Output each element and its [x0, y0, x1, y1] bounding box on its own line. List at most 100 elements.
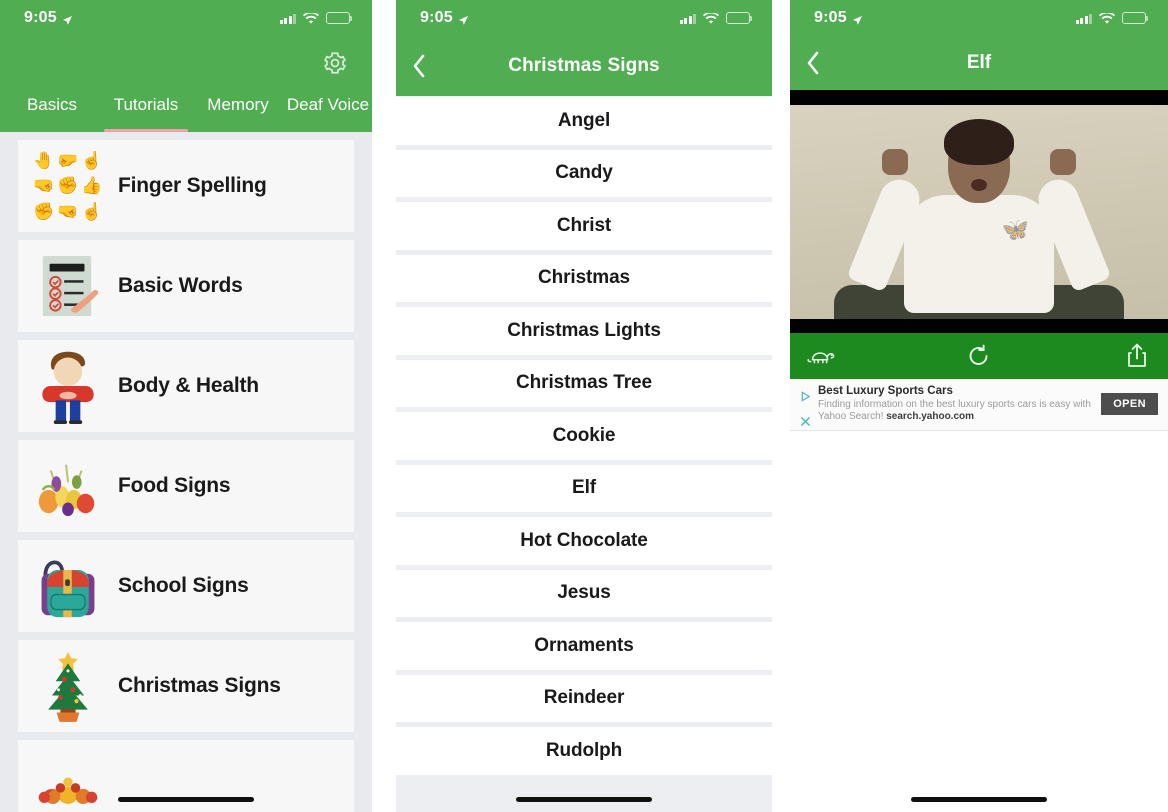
collage-gutter: [372, 0, 396, 812]
signer-hand-left: [882, 148, 908, 175]
advertisement-banner[interactable]: Best Luxury Sports Cars Finding informat…: [790, 379, 1168, 431]
status-bar: 9:05: [790, 0, 1168, 36]
list-item-label: Finger Spelling: [118, 174, 267, 197]
word-list[interactable]: Angel Candy Christ Christmas Christmas L…: [396, 96, 772, 812]
list-item[interactable]: [18, 740, 354, 812]
location-arrow-icon: [852, 13, 863, 25]
top-nav-bar: [0, 36, 372, 90]
list-item-label: Rudolph: [545, 739, 623, 761]
ad-close-x-icon[interactable]: [800, 414, 812, 432]
list-item-label: Christmas Signs: [118, 674, 281, 697]
status-time-label: 9:05: [814, 9, 847, 26]
cellular-signal-icon: [279, 13, 296, 24]
hand-signs-icon: 🤚 🤛 ☝️ 🤜 ✊ 👍 ✊ 🤜 ☝️: [32, 148, 104, 224]
list-item[interactable]: Angel: [396, 97, 772, 150]
list-item[interactable]: Body & Health: [18, 340, 354, 432]
list-item[interactable]: Rudolph: [396, 727, 772, 780]
list-item[interactable]: Ornaments: [396, 622, 772, 675]
list-item[interactable]: 🤚 🤛 ☝️ 🤜 ✊ 👍 ✊ 🤜 ☝️ Finger Spelling: [18, 140, 354, 232]
hand-glyph: ✊: [33, 201, 55, 221]
tab-basics[interactable]: Basics: [6, 94, 98, 132]
tab-basics-label: Basics: [26, 95, 78, 114]
status-bar: 9:05: [0, 0, 372, 36]
gear-icon[interactable]: [322, 50, 348, 76]
cellular-signal-icon: [1075, 13, 1092, 24]
list-item-label: Elf: [572, 477, 596, 499]
ad-description: Finding information on the best luxury s…: [818, 399, 1095, 423]
tab-deaf-voice-label: Deaf Voice: [286, 95, 370, 114]
status-time-group: 9:05: [420, 9, 469, 27]
replay-icon[interactable]: [962, 341, 996, 371]
list-item[interactable]: Reindeer: [396, 674, 772, 727]
video-toolbar: [790, 333, 1168, 379]
ad-description-line2: Yahoo Search!: [818, 411, 884, 422]
list-item[interactable]: Cookie: [396, 412, 772, 465]
list-item[interactable]: School Signs: [18, 540, 354, 632]
tab-tutorials[interactable]: Tutorials: [98, 94, 194, 132]
list-item-label: Christmas Tree: [516, 372, 652, 394]
status-time-group: 9:05: [814, 9, 863, 27]
wifi-icon: [703, 11, 719, 24]
list-item-label: Ornaments: [534, 634, 634, 656]
page-title: Elf: [966, 52, 992, 73]
ad-title: Best Luxury Sports Cars: [818, 385, 953, 397]
hand-glyph: 🤜: [57, 201, 79, 221]
tab-tutorials-label: Tutorials: [113, 95, 179, 114]
christmas-tree-icon: [32, 648, 104, 724]
tab-memory-label: Memory: [207, 95, 269, 114]
battery-low-power-icon: [726, 12, 753, 24]
signer-body: [904, 194, 1054, 313]
three-screenshot-collage: 9:05 Basics Tutorials Memory Deaf Voice …: [0, 0, 1168, 812]
hand-glyph: 🤜: [33, 176, 55, 196]
list-item[interactable]: Christmas Lights: [396, 307, 772, 360]
page-title: Christmas Signs: [508, 55, 660, 76]
list-item[interactable]: Jesus: [396, 569, 772, 622]
list-item-label: Christ: [556, 214, 612, 236]
ad-marks: [800, 377, 812, 432]
location-arrow-icon: [458, 13, 469, 25]
phone-screen-tutorials: 9:05 Basics Tutorials Memory Deaf Voice …: [0, 0, 372, 812]
tab-memory[interactable]: Memory: [194, 94, 282, 132]
list-item[interactable]: Hot Chocolate: [396, 517, 772, 570]
list-item[interactable]: Christmas: [396, 254, 772, 307]
signer-hand-right: [1050, 148, 1076, 175]
video-frame: 🦋: [790, 104, 1168, 319]
list-item[interactable]: Christmas Tree: [396, 359, 772, 412]
turtle-slow-motion-icon[interactable]: [804, 341, 838, 371]
list-item[interactable]: Elf: [396, 464, 772, 517]
ad-link[interactable]: search.yahoo.com: [886, 411, 974, 422]
status-bar: 9:05: [396, 0, 772, 36]
share-icon[interactable]: [1120, 341, 1154, 371]
cellular-signal-icon: [679, 13, 696, 24]
signer-mouth: [971, 178, 987, 191]
list-item-label: Reindeer: [543, 687, 625, 709]
list-item[interactable]: Christ: [396, 202, 772, 255]
battery-low-power-icon: [1122, 12, 1149, 24]
ad-play-triangle-icon[interactable]: [800, 389, 812, 407]
list-item-label: School Signs: [118, 574, 249, 597]
category-list[interactable]: 🤚 🤛 ☝️ 🤜 ✊ 👍 ✊ 🤜 ☝️ Finger Spelling Basi…: [0, 132, 372, 812]
list-item-label: Christmas: [537, 267, 631, 289]
hand-glyph: ☝️: [81, 201, 103, 221]
ad-open-button[interactable]: OPEN: [1101, 393, 1158, 415]
list-item[interactable]: Christmas Signs: [18, 640, 354, 732]
nav-bar: Christmas Signs: [396, 36, 772, 96]
tab-deaf-voice[interactable]: Deaf Voice: [282, 94, 372, 132]
status-time-label: 9:05: [24, 9, 57, 26]
list-item[interactable]: Candy: [396, 149, 772, 202]
hand-glyph: 🤚: [33, 151, 55, 171]
food-icon: [32, 448, 104, 524]
list-item-label: Body & Health: [118, 374, 259, 397]
wifi-icon: [1099, 11, 1115, 24]
thanksgiving-icon: [32, 748, 104, 812]
list-item-label: Cookie: [552, 424, 616, 446]
list-item[interactable]: Basic Words: [18, 240, 354, 332]
hand-glyph: ✊: [57, 176, 79, 196]
status-indicators: [1075, 11, 1149, 24]
list-item[interactable]: Food Signs: [18, 440, 354, 532]
nav-bar: Elf: [790, 36, 1168, 90]
location-arrow-icon: [62, 13, 73, 25]
sign-language-video[interactable]: 🦋: [790, 90, 1168, 333]
list-item-label: Candy: [555, 162, 613, 184]
hand-glyph: ☝️: [81, 151, 103, 171]
